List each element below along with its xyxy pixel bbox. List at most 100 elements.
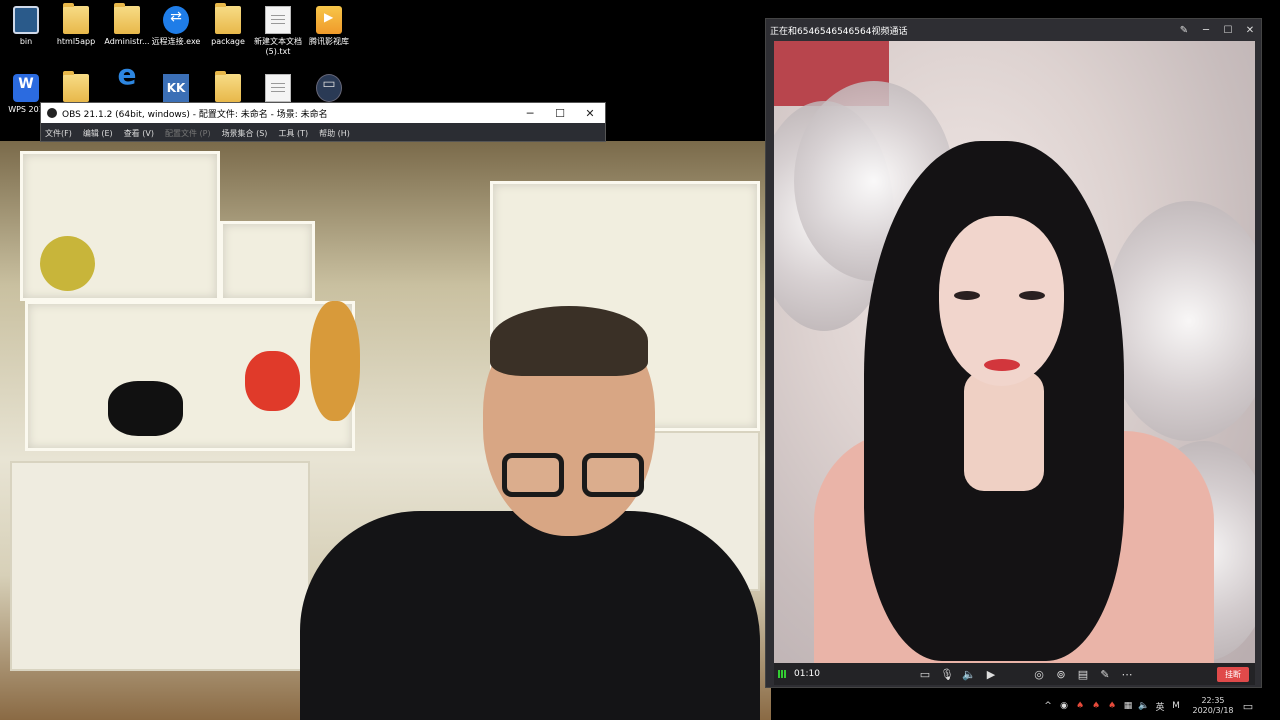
chat-icon[interactable]: ▭: [914, 668, 936, 681]
desktop: bin html5app Administr... 远程连接.exe packa…: [0, 0, 1280, 720]
signal-strength-icon: [778, 670, 788, 678]
person-eye: [954, 291, 980, 300]
show-hidden-icons-button[interactable]: ^: [1040, 701, 1056, 711]
desktop-icon-ie[interactable]: e: [101, 58, 153, 101]
file-icon: [265, 74, 291, 102]
camera-preview: [0, 141, 771, 720]
clock[interactable]: 22:35 2020/3/18: [1188, 696, 1238, 716]
edit-icon[interactable]: ✎: [1094, 668, 1116, 681]
desktop-icon-label: html5app: [56, 37, 96, 46]
recycle-bin-icon: [13, 6, 39, 34]
obs-titlebar[interactable]: OBS 21.1.2 (64bit, windows) - 配置文件: 未命名 …: [41, 103, 605, 123]
desktop-icon-label: 腾讯影视库: [309, 37, 349, 46]
menu-help[interactable]: 帮助 (H): [319, 128, 350, 139]
clock-time: 22:35: [1201, 696, 1225, 705]
decor-black-device: [108, 381, 183, 436]
clock-date: 2020/3/18: [1192, 706, 1234, 715]
teamviewer-icon: [163, 6, 189, 34]
desktop-icon-kk[interactable]: KK: [150, 74, 202, 105]
person-body: [300, 511, 760, 720]
obs-title: OBS 21.1.2 (64bit, windows) - 配置文件: 未命名 …: [62, 109, 328, 120]
desktop-icon-administrator[interactable]: Administr...: [101, 3, 153, 47]
menu-scene-collection[interactable]: 场景集合 (S): [222, 128, 268, 139]
pin-icon[interactable]: ✎: [1173, 25, 1195, 36]
decor-gourd: [310, 301, 360, 421]
menu-file[interactable]: 文件(F): [45, 128, 72, 139]
desktop-icon-label: Administr...: [104, 37, 150, 46]
call-controls: 01:10 ▭ 🎙 🔈 ▶ ◎ ⊚ ▤ ✎ ⋯ 挂断: [774, 663, 1255, 685]
desktop-icon-text-file[interactable]: 新建文本文档 (5).txt: [252, 6, 304, 57]
desktop-icon-label: bin: [19, 37, 33, 46]
call-close-button[interactable]: ✕: [1239, 25, 1261, 36]
desktop-icon-folder-2[interactable]: [50, 71, 102, 105]
security-icon[interactable]: ◉: [1056, 701, 1072, 711]
hangup-button[interactable]: 挂断: [1217, 666, 1249, 682]
folder-icon: [63, 71, 89, 102]
microphone-icon[interactable]: 🎙: [936, 668, 958, 681]
more-icon[interactable]: ⋯: [1116, 668, 1138, 681]
minimize-button[interactable]: ─: [515, 107, 545, 120]
remote-video-feed: [774, 41, 1255, 663]
desktop-icon-label: 新建文本文档 (5).txt: [254, 37, 302, 56]
user-folder-icon: [114, 3, 140, 34]
call-maximize-button[interactable]: ☐: [1217, 25, 1239, 36]
glasses: [502, 453, 652, 501]
person-eye: [1019, 291, 1045, 300]
ime-mode-indicator[interactable]: M: [1168, 701, 1184, 711]
layout-icon[interactable]: ▤: [1072, 668, 1094, 681]
tray-app-icon[interactable]: ♠: [1088, 701, 1104, 711]
text-file-icon: [265, 6, 291, 34]
network-icon[interactable]: ▦: [1120, 701, 1136, 711]
desktop-icon-html5app[interactable]: html5app: [50, 3, 102, 47]
desktop-icon-tencent-video[interactable]: 腾讯影视库: [303, 6, 355, 47]
call-minimize-button[interactable]: ─: [1195, 25, 1217, 36]
obs-window[interactable]: OBS 21.1.2 (64bit, windows) - 配置文件: 未命名 …: [40, 102, 606, 142]
internet-explorer-icon: e: [117, 58, 137, 91]
shelf-unit: [25, 301, 355, 451]
camera-icon[interactable]: ▶: [980, 668, 1002, 681]
desktop-icon-cast[interactable]: [303, 74, 355, 105]
desktop-icon-file-2[interactable]: [252, 74, 304, 105]
desktop-icon-remote-connect[interactable]: 远程连接.exe: [150, 6, 202, 47]
kk-app-icon: KK: [163, 74, 189, 102]
maximize-button[interactable]: ☐: [545, 107, 575, 120]
decor-red-ornament: [245, 351, 300, 411]
desktop-icon-folder-3[interactable]: [202, 71, 254, 105]
cabinet: [10, 461, 310, 671]
person-neck: [964, 371, 1044, 491]
video-call-window[interactable]: 正在和6546546546564视频通话 ✎ ─ ☐ ✕ 01:10 ▭ 🎙 �: [765, 18, 1262, 688]
folder-icon: [215, 71, 241, 102]
screen-cast-icon: [316, 74, 342, 102]
call-titlebar[interactable]: 正在和6546546546564视频通话 ✎ ─ ☐ ✕: [766, 19, 1261, 41]
menu-edit[interactable]: 编辑 (E): [83, 128, 113, 139]
decor-ball: [40, 236, 95, 291]
shelf-unit: [220, 221, 315, 301]
desktop-icon-package[interactable]: package: [202, 3, 254, 47]
snapshot-icon[interactable]: ◎: [1028, 668, 1050, 681]
call-timer: 01:10: [794, 669, 820, 679]
tray-app-icon[interactable]: ♠: [1072, 701, 1088, 711]
folder-icon: [215, 3, 241, 34]
system-tray: ^ ◉ ♠ ♠ ♠ ▦ 🔈 英 M 22:35 2020/3/18 ▭: [1040, 692, 1280, 720]
tray-app-icon[interactable]: ♠: [1104, 701, 1120, 711]
menu-tools[interactable]: 工具 (T): [278, 128, 308, 139]
sofa-ornament: [1104, 201, 1255, 441]
volume-icon[interactable]: 🔈: [1136, 701, 1152, 711]
tencent-video-icon: [316, 6, 342, 34]
obs-menubar: 文件(F) 编辑 (E) 查看 (V) 配置文件 (P) 场景集合 (S) 工具…: [41, 123, 605, 143]
call-title: 正在和6546546546564视频通话: [770, 26, 908, 37]
menu-profile[interactable]: 配置文件 (P): [165, 128, 211, 139]
wps-icon: [13, 74, 39, 102]
close-button[interactable]: ✕: [575, 107, 605, 120]
obs-logo-icon: [47, 108, 57, 118]
record-icon[interactable]: ⊚: [1050, 668, 1072, 681]
desktop-icon-label: package: [211, 37, 245, 46]
input-language-indicator[interactable]: 英: [1152, 700, 1168, 713]
desktop-icon-bin[interactable]: bin: [0, 6, 52, 47]
person-hair: [490, 306, 648, 376]
notification-center-icon[interactable]: ▭: [1238, 700, 1258, 713]
menu-view[interactable]: 查看 (V): [124, 128, 154, 139]
folder-icon: [63, 3, 89, 34]
speaker-icon[interactable]: 🔈: [958, 668, 980, 681]
desktop-icon-label: 远程连接.exe: [151, 37, 201, 46]
